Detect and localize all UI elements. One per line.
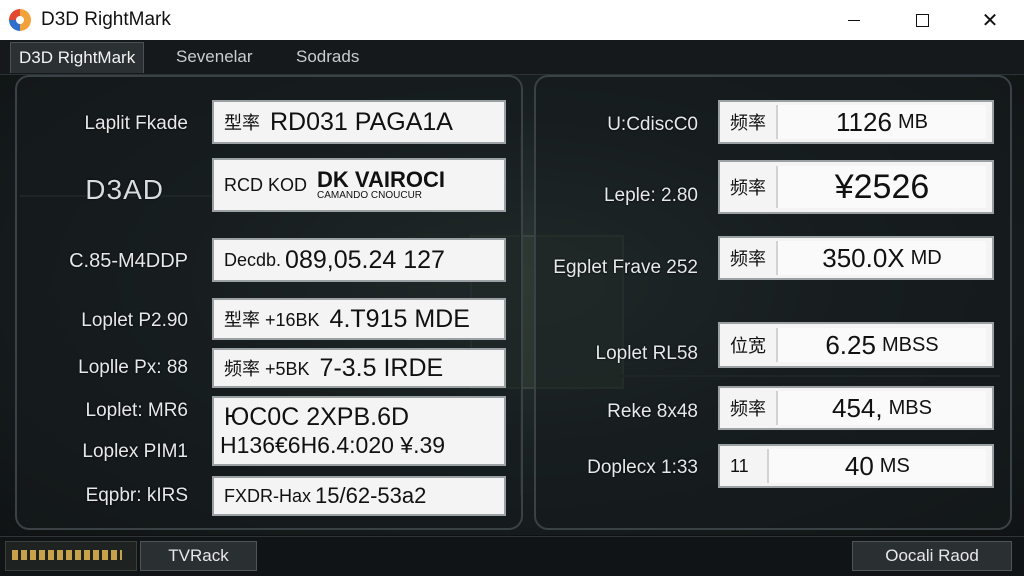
right-value-box-2: 频率 ¥2526: [718, 160, 994, 214]
oocali-raod-button[interactable]: Oocali Raod: [852, 541, 1012, 571]
tab-d3d-rightmark[interactable]: D3D RightMark: [10, 42, 145, 73]
left-value-6: ЮC0C 2XPB.6D: [224, 403, 410, 431]
right-prefix-2: 频率: [730, 178, 766, 198]
tvrack-button[interactable]: TVRack: [140, 541, 257, 571]
left-prefix-2: RCD KOD: [224, 174, 308, 195]
left-value-5: 7-3.5 IRDE: [319, 353, 444, 382]
left-value-box-5: 频率 +5BK 7-3.5 IRDE: [212, 348, 506, 388]
right-prefix-3: 频率: [730, 249, 766, 269]
left-label-2: D3AD: [85, 174, 164, 205]
right-prefix-4: 位宽: [730, 336, 766, 356]
left-value-box-1: 型率 RD031 PAGA1A: [212, 100, 506, 144]
right-unit-6: MS: [879, 454, 910, 477]
right-value-2: ¥2526: [834, 167, 930, 206]
left-value-8: 15/62-53a2: [315, 483, 427, 508]
right-value-4: 6.25: [825, 329, 876, 360]
left-value-4: 4.T915 MDE: [329, 304, 470, 333]
app-window: D3D RightMark ✕ D3D RightMark Sevenelar …: [0, 0, 1024, 576]
left-value-7: H136€6H6.4:020 ¥.39: [220, 432, 446, 458]
left-label-8: Eqpbr: kIRS: [85, 485, 188, 506]
right-value-box-1: 频率 1126 MB: [718, 100, 994, 144]
left-value-box-2: RCD KOD DK VAIROCI CAMANDO CNOUCUR: [212, 158, 506, 212]
right-unit-3: MD: [910, 246, 942, 269]
left-prefix-5: 频率 +5BK: [224, 359, 310, 379]
left-value-2: DK VAIROCI: [317, 167, 445, 192]
right-label-5: Reke 8x48: [607, 401, 698, 422]
title-bar: D3D RightMark ✕: [0, 0, 1024, 41]
left-label-4: Loplet P2.90: [81, 310, 188, 331]
left-value-box-3: Decdb. 089,05.24 127: [212, 238, 506, 282]
right-value-3: 350.0X: [822, 242, 905, 273]
left-label-5: Loplle Px: 88: [78, 357, 188, 378]
right-label-2: Leple: 2.80: [603, 185, 698, 206]
left-label-7: Loplex PIM1: [82, 441, 188, 462]
right-value-5: 454,: [832, 392, 883, 423]
left-value-box-4: 型率 +16BK 4.T915 MDE: [212, 298, 506, 340]
tab-sevenelar[interactable]: Sevenelar: [176, 42, 253, 72]
right-value-box-5: 频率 454, MBS: [718, 386, 994, 430]
left-prefix-1: 型率: [224, 113, 260, 133]
close-button[interactable]: ✕: [956, 0, 1024, 40]
left-prefix-8: FXDR-Нax: [224, 485, 312, 506]
left-prefix-3: Decdb.: [224, 249, 282, 270]
right-value-box-6: 11 40 MS: [718, 444, 994, 488]
maximize-button[interactable]: [888, 0, 956, 40]
left-value-box-6: ЮC0C 2XPB.6D H136€6H6.4:020 ¥.39: [212, 396, 506, 466]
right-value-6: 40: [844, 450, 874, 481]
right-prefix-5: 频率: [730, 399, 766, 419]
right-prefix-1: 频率: [730, 113, 766, 133]
right-prefix-6: 11: [730, 455, 749, 476]
gpu-card-icon: [5, 541, 137, 571]
minimize-button[interactable]: [820, 0, 888, 40]
right-value-1: 1126: [836, 106, 892, 137]
left-label-1: Laplit Fkade: [84, 113, 188, 134]
left-label-3: C.85-M4DDP: [69, 250, 188, 272]
right-unit-5: MBS: [888, 396, 932, 419]
right-value-box-3: 频率 350.0X MD: [718, 236, 994, 280]
tab-sodrads[interactable]: Sodrads: [296, 42, 359, 72]
right-label-6: Doplecx 1:33: [587, 457, 698, 478]
right-label-1: U:CdiscC0: [607, 114, 698, 135]
left-label-6: Loplet: MR6: [85, 400, 188, 421]
tab-bar: D3D RightMark Sevenelar Sodrads: [0, 40, 1024, 75]
left-value-1: RD031 PAGA1A: [270, 107, 453, 136]
close-icon: ✕: [981, 8, 999, 32]
right-unit-4: MBSS: [881, 333, 939, 356]
right-unit-1: MB: [897, 110, 928, 133]
app-logo-icon: [9, 9, 31, 31]
right-value-box-4: 位宽 6.25 MBSS: [718, 322, 994, 368]
left-value-3: 089,05.24 127: [285, 245, 445, 274]
left-prefix-4: 型率 +16BK: [224, 310, 320, 330]
left-value-box-8: FXDR-Нax 15/62-53a2: [212, 476, 506, 516]
window-title: D3D RightMark: [41, 9, 171, 30]
right-label-3: Egplet Frave 252: [553, 257, 698, 278]
left-subvalue-2: CAMANDO CNOUCUR: [317, 190, 423, 201]
right-label-4: Loplet RL58: [595, 343, 698, 364]
